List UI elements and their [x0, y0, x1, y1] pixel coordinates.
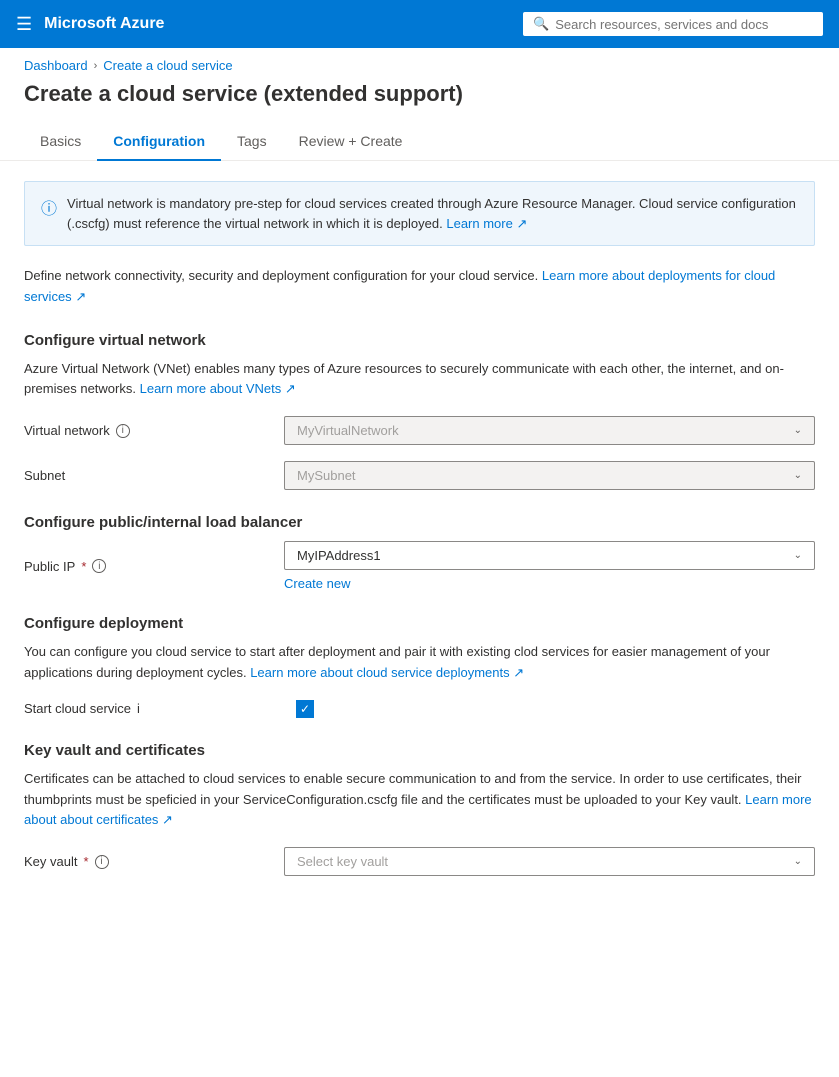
virtual-network-label: Virtual network i: [24, 423, 284, 438]
breadcrumb: Dashboard › Create a cloud service: [0, 48, 839, 77]
required-indicator: *: [81, 559, 86, 574]
public-ip-field-row: Public IP * i MyIPAddress1 ⌄ Create new: [24, 541, 815, 591]
chevron-down-icon: ⌄: [794, 550, 802, 561]
subnet-label: Subnet: [24, 468, 284, 483]
virtual-network-section: Configure virtual network Azure Virtual …: [24, 332, 815, 491]
public-ip-control: MyIPAddress1 ⌄ Create new: [284, 541, 815, 591]
public-ip-info-icon[interactable]: i: [92, 559, 106, 573]
subnet-dropdown[interactable]: MySubnet ⌄: [284, 461, 815, 490]
page-title: Create a cloud service (extended support…: [0, 77, 839, 123]
start-cloud-service-label: Start cloud service i: [24, 701, 284, 716]
key-vault-info-icon[interactable]: i: [95, 855, 109, 869]
info-icon: ⓘ: [41, 195, 57, 233]
search-icon: 🔍: [533, 16, 549, 32]
deployment-body: You can configure you cloud service to s…: [24, 642, 815, 684]
info-banner-learn-more-link[interactable]: Learn more ↗: [446, 216, 527, 231]
start-cloud-service-info-icon[interactable]: i: [137, 701, 140, 716]
deployment-section: Configure deployment You can configure y…: [24, 615, 815, 718]
load-balancer-section: Configure public/internal load balancer …: [24, 514, 815, 591]
hamburger-menu[interactable]: ☰: [16, 14, 32, 35]
search-box[interactable]: 🔍: [523, 12, 823, 36]
virtual-network-field-row: Virtual network i MyVirtualNetwork ⌄: [24, 416, 815, 445]
breadcrumb-dashboard[interactable]: Dashboard: [24, 58, 88, 73]
deployment-heading: Configure deployment: [24, 615, 815, 632]
tab-tags[interactable]: Tags: [221, 123, 283, 161]
chevron-down-icon: ⌄: [794, 470, 802, 481]
required-indicator: *: [83, 854, 88, 869]
subnet-control: MySubnet ⌄: [284, 461, 815, 490]
virtual-network-control: MyVirtualNetwork ⌄: [284, 416, 815, 445]
tabs-container: Basics Configuration Tags Review + Creat…: [0, 123, 839, 161]
chevron-down-icon: ⌄: [794, 856, 802, 867]
virtual-network-body: Azure Virtual Network (VNet) enables man…: [24, 359, 815, 401]
start-cloud-service-checkbox[interactable]: ✓: [296, 700, 314, 718]
subnet-field-row: Subnet MySubnet ⌄: [24, 461, 815, 490]
start-cloud-service-row: Start cloud service i ✓: [24, 700, 815, 718]
info-banner: ⓘ Virtual network is mandatory pre-step …: [24, 181, 815, 246]
content-area: ⓘ Virtual network is mandatory pre-step …: [0, 161, 839, 912]
load-balancer-heading: Configure public/internal load balancer: [24, 514, 815, 531]
checkmark-icon: ✓: [300, 703, 310, 715]
breadcrumb-create-cloud-service[interactable]: Create a cloud service: [103, 58, 232, 73]
key-vault-control: Select key vault ⌄: [284, 847, 815, 876]
section-description: Define network connectivity, security an…: [24, 266, 815, 308]
deployment-learn-more-link[interactable]: Learn more about cloud service deploymen…: [250, 665, 524, 680]
tab-review-create[interactable]: Review + Create: [283, 123, 419, 161]
key-vault-body: Certificates can be attached to cloud se…: [24, 769, 815, 831]
create-new-link[interactable]: Create new: [284, 576, 350, 591]
virtual-network-learn-more-link[interactable]: Learn more about VNets ↗: [140, 381, 296, 396]
key-vault-section: Key vault and certificates Certificates …: [24, 742, 815, 876]
tab-configuration[interactable]: Configuration: [97, 123, 221, 161]
top-navigation: ☰ Microsoft Azure 🔍: [0, 0, 839, 48]
key-vault-label: Key vault * i: [24, 854, 284, 869]
public-ip-label: Public IP * i: [24, 559, 284, 574]
brand-title: Microsoft Azure: [44, 15, 511, 33]
key-vault-heading: Key vault and certificates: [24, 742, 815, 759]
virtual-network-dropdown[interactable]: MyVirtualNetwork ⌄: [284, 416, 815, 445]
key-vault-field-row: Key vault * i Select key vault ⌄: [24, 847, 815, 876]
key-vault-dropdown[interactable]: Select key vault ⌄: [284, 847, 815, 876]
virtual-network-info-icon[interactable]: i: [116, 424, 130, 438]
search-input[interactable]: [555, 17, 813, 32]
public-ip-dropdown[interactable]: MyIPAddress1 ⌄: [284, 541, 815, 570]
chevron-down-icon: ⌄: [794, 425, 802, 436]
virtual-network-heading: Configure virtual network: [24, 332, 815, 349]
breadcrumb-separator: ›: [94, 60, 98, 72]
tab-basics[interactable]: Basics: [24, 123, 97, 161]
info-banner-text: Virtual network is mandatory pre-step fo…: [67, 194, 798, 233]
